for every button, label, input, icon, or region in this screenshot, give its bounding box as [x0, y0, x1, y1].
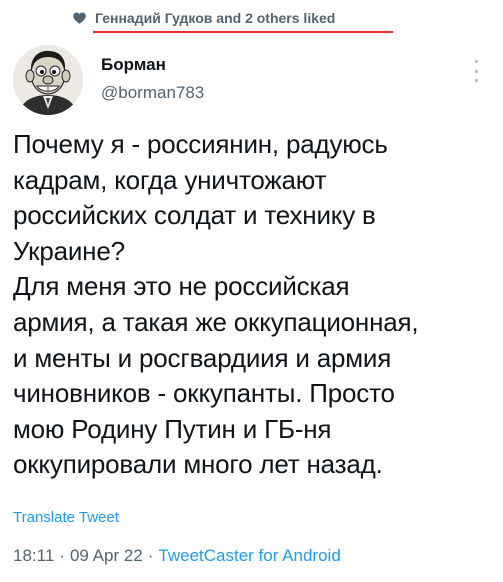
social-context[interactable]: Геннадий Гудков and 2 others liked: [73, 10, 335, 26]
tweet-client-link[interactable]: TweetCaster for Android: [158, 546, 340, 566]
avatar-caricature-icon: [13, 45, 83, 115]
user-display-name[interactable]: Борман: [101, 55, 166, 75]
translate-tweet-link[interactable]: Translate Tweet: [13, 509, 119, 526]
tweet-date[interactable]: 09 Apr 22: [70, 546, 143, 566]
user-handle[interactable]: @borman783: [101, 83, 204, 103]
more-options-icon[interactable]: [470, 60, 482, 82]
tweet-text: Почему я - россиянин, радуюсь кадрам, ко…: [13, 129, 419, 480]
tweet-time[interactable]: 18:11: [13, 546, 54, 566]
social-context-text: Геннадий Гудков and 2 others liked: [95, 10, 336, 26]
meta-separator: ·: [147, 546, 154, 565]
tweet-metadata: 18:11 · 09 Apr 22 · TweetCaster for Andr…: [13, 546, 341, 566]
heart-icon: [73, 12, 86, 24]
meta-separator: ·: [59, 546, 65, 565]
red-underline: [93, 31, 393, 33]
avatar[interactable]: [13, 45, 83, 115]
